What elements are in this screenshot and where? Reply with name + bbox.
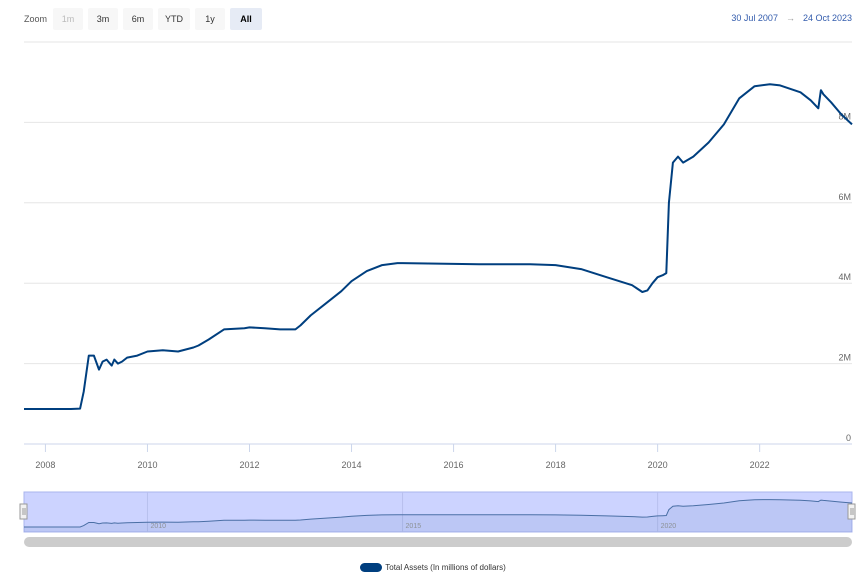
x-tick-label: 2014 [342,460,362,470]
series-line [24,83,853,410]
legend[interactable]: Total Assets (In millions of dollars) [0,563,866,572]
x-tick-label: 2012 [239,460,259,470]
x-tick-label: 2016 [444,460,464,470]
y-tick-label: 0 [846,433,851,443]
legend-label: Total Assets (In millions of dollars) [385,563,506,572]
x-tick-label: 2018 [546,460,566,470]
y-tick-label: 4M [838,272,851,282]
chart-area: 02M4M6M8M2008 2010 2012 2014 2016 2018 2020 202… [19,41,856,547]
x-tick-label: 2010 [137,460,157,470]
y-tick-label: 6M [838,192,851,202]
scrollbar[interactable] [24,537,852,547]
x-tick-label: 2022 [750,460,770,470]
x-tick-label: 2020 [648,460,668,470]
y-tick-label: 2M [838,353,851,363]
x-tick-label: 2008 [35,460,55,470]
legend-swatch-icon [360,563,383,572]
